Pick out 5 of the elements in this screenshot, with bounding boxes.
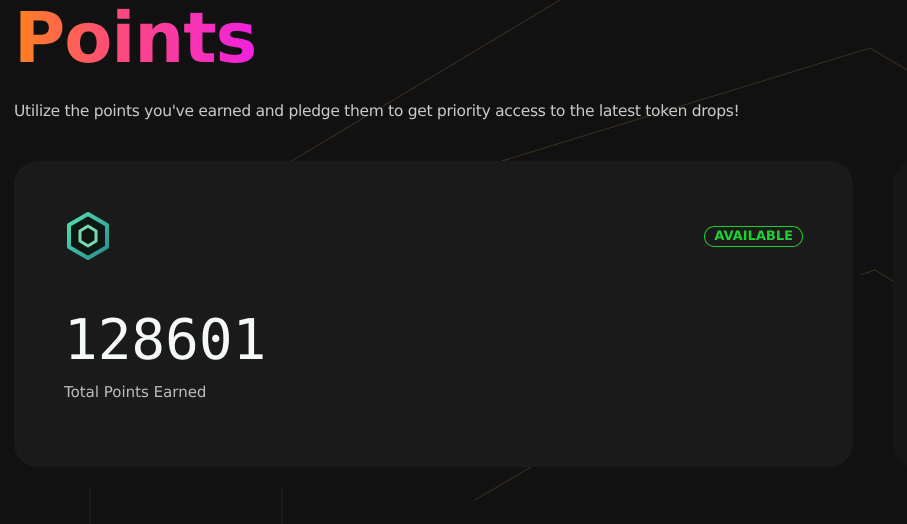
status-badge: AVAILABLE xyxy=(704,226,803,246)
hexagon-icon xyxy=(64,211,112,261)
page-subtitle: Utilize the points you've earned and pledge them to get priority access to the latest token drops! xyxy=(14,102,740,120)
points-caption: Total Points Earned xyxy=(64,383,208,401)
points-value: 128601 xyxy=(64,309,268,373)
